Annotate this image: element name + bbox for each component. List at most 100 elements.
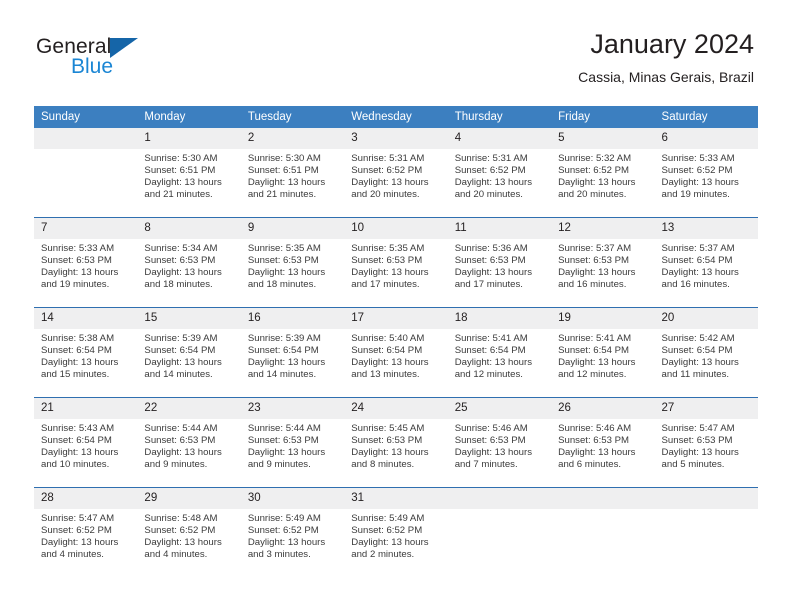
daylight-duration-line1: Daylight: 13 hours: [144, 357, 222, 369]
calendar-day-cell[interactable]: 11 Sunrise: 5:36 AM Sunset: 6:53 PM Dayligh…: [447, 217, 552, 308]
calendar-day-cell[interactable]: 31 Sunrise: 5:49 AM Sunset: 6:52 PM Dayligh…: [344, 487, 448, 577]
calendar-day-cell-empty: [34, 128, 138, 218]
day-details: Sunrise: 5:46 AM Sunset: 6:53 PM Daylight:…: [448, 419, 551, 487]
sunset-time: Sunset: 6:53 PM: [558, 435, 630, 447]
day-details: Sunrise: 5:49 AM Sunset: 6:52 PM Daylight:…: [241, 509, 344, 577]
day-number: 9: [240, 218, 345, 239]
calendar-day-cell[interactable]: 24 Sunrise: 5:45 AM Sunset: 6:53 PM Dayligh…: [344, 397, 448, 488]
calendar-day-cell[interactable]: 8 Sunrise: 5:34 AM Sunset: 6:53 PM Daylight…: [137, 217, 241, 308]
daylight-duration-line1: Daylight: 13 hours: [144, 267, 222, 279]
daylight-duration-line2: and 20 minutes.: [351, 189, 420, 201]
page-subtitle: Cassia, Minas Gerais, Brazil: [578, 69, 754, 85]
calendar-day-cell[interactable]: 29 Sunrise: 5:48 AM Sunset: 6:52 PM Dayligh…: [137, 487, 241, 577]
daylight-duration-line2: and 17 minutes.: [351, 279, 420, 291]
day-details: Sunrise: 5:46 AM Sunset: 6:53 PM Daylight:…: [551, 419, 654, 487]
sunrise-time: Sunrise: 5:35 AM: [247, 243, 321, 254]
calendar-day-cell[interactable]: 14 Sunrise: 5:38 AM Sunset: 6:54 PM Dayligh…: [34, 307, 138, 398]
day-number: 29: [137, 488, 241, 509]
day-details: Sunrise: 5:30 AM Sunset: 6:51 PM Daylight:…: [241, 149, 344, 217]
calendar-day-cell[interactable]: 13 Sunrise: 5:37 AM Sunset: 6:54 PM Dayligh…: [654, 217, 758, 308]
calendar-day-cell[interactable]: 9 Sunrise: 5:35 AM Sunset: 6:53 PM Daylight…: [240, 217, 345, 308]
calendar-day-cell[interactable]: 26 Sunrise: 5:46 AM Sunset: 6:53 PM Dayligh…: [551, 397, 655, 488]
day-details: Sunrise: 5:40 AM Sunset: 6:54 PM Daylight:…: [344, 329, 447, 397]
day-details: Sunrise: 5:47 AM Sunset: 6:52 PM Daylight:…: [34, 509, 137, 577]
calendar-day-cell-empty: [551, 487, 655, 577]
weekday-header-wednesday: Wednesday: [344, 106, 448, 128]
calendar-day-cell[interactable]: 22 Sunrise: 5:44 AM Sunset: 6:53 PM Dayligh…: [137, 397, 241, 488]
daylight-duration-line2: and 19 minutes.: [661, 189, 730, 201]
sunrise-time: Sunrise: 5:30 AM: [247, 153, 321, 164]
day-number: 3: [344, 128, 448, 149]
calendar-day-cell[interactable]: 27 Sunrise: 5:47 AM Sunset: 6:53 PM Dayligh…: [654, 397, 758, 488]
calendar-day-cell[interactable]: 5 Sunrise: 5:32 AM Sunset: 6:52 PM Daylight…: [551, 128, 655, 218]
sunrise-time: Sunrise: 5:44 AM: [144, 423, 218, 434]
daylight-duration-line1: Daylight: 13 hours: [41, 267, 119, 279]
calendar-day-cell[interactable]: 21 Sunrise: 5:43 AM Sunset: 6:54 PM Dayligh…: [34, 397, 138, 488]
calendar-header-row: Sunday Monday Tuesday Wednesday Thursday…: [34, 106, 758, 128]
sunset-time: Sunset: 6:53 PM: [661, 435, 733, 447]
sunset-time: Sunset: 6:54 PM: [351, 345, 423, 357]
sunset-time: Sunset: 6:54 PM: [247, 345, 319, 357]
day-number: 13: [654, 218, 758, 239]
calendar-day-cell[interactable]: 30 Sunrise: 5:49 AM Sunset: 6:52 PM Dayligh…: [240, 487, 345, 577]
calendar-week-row: 28 Sunrise: 5:47 AM Sunset: 6:52 PM Dayligh…: [34, 487, 758, 577]
sunset-time: Sunset: 6:53 PM: [454, 255, 526, 267]
daylight-duration-line1: Daylight: 13 hours: [247, 267, 326, 279]
calendar-day-cell[interactable]: 12 Sunrise: 5:37 AM Sunset: 6:53 PM Dayligh…: [551, 217, 655, 308]
sunrise-time: Sunrise: 5:36 AM: [454, 243, 528, 254]
calendar-day-cell[interactable]: 28 Sunrise: 5:47 AM Sunset: 6:52 PM Dayligh…: [34, 487, 138, 577]
daylight-duration-line1: Daylight: 13 hours: [351, 447, 429, 459]
calendar-day-cell[interactable]: 15 Sunrise: 5:39 AM Sunset: 6:54 PM Dayligh…: [137, 307, 241, 398]
day-details: Sunrise: 5:42 AM Sunset: 6:54 PM Daylight:…: [655, 329, 758, 397]
sunset-time: Sunset: 6:51 PM: [247, 165, 319, 177]
daylight-duration-line2: and 9 minutes.: [144, 459, 208, 471]
calendar-day-cell[interactable]: 10 Sunrise: 5:35 AM Sunset: 6:53 PM Dayligh…: [344, 217, 448, 308]
sunrise-sunset-calendar: Sunday Monday Tuesday Wednesday Thursday…: [34, 106, 758, 577]
calendar-day-cell[interactable]: 18 Sunrise: 5:41 AM Sunset: 6:54 PM Dayligh…: [447, 307, 552, 398]
day-details: [551, 509, 654, 577]
sunset-time: Sunset: 6:52 PM: [558, 165, 630, 177]
daylight-duration-line1: Daylight: 13 hours: [661, 267, 739, 279]
sunrise-time: Sunrise: 5:40 AM: [351, 333, 425, 344]
calendar-day-cell[interactable]: 16 Sunrise: 5:39 AM Sunset: 6:54 PM Dayligh…: [240, 307, 345, 398]
calendar-day-cell[interactable]: 6 Sunrise: 5:33 AM Sunset: 6:52 PM Daylight…: [654, 128, 758, 218]
calendar-day-cell[interactable]: 20 Sunrise: 5:42 AM Sunset: 6:54 PM Dayligh…: [654, 307, 758, 398]
sunrise-time: Sunrise: 5:31 AM: [454, 153, 528, 164]
logo-text-blue: Blue: [71, 55, 114, 78]
day-number: 26: [551, 398, 655, 419]
daylight-duration-line1: Daylight: 13 hours: [351, 267, 429, 279]
day-details: Sunrise: 5:37 AM Sunset: 6:53 PM Daylight:…: [551, 239, 654, 307]
daylight-duration-line1: Daylight: 13 hours: [454, 177, 533, 189]
daylight-duration-line2: and 21 minutes.: [247, 189, 317, 201]
daylight-duration-line2: and 19 minutes.: [41, 279, 110, 291]
daylight-duration-line1: Daylight: 13 hours: [247, 177, 326, 189]
day-number: 2: [240, 128, 345, 149]
calendar-day-cell[interactable]: 23 Sunrise: 5:44 AM Sunset: 6:53 PM Dayligh…: [240, 397, 345, 488]
calendar-day-cell[interactable]: 1 Sunrise: 5:30 AM Sunset: 6:51 PM Daylight…: [137, 128, 241, 218]
sunrise-time: Sunrise: 5:33 AM: [41, 243, 115, 254]
calendar-day-cell[interactable]: 3 Sunrise: 5:31 AM Sunset: 6:52 PM Daylight…: [344, 128, 448, 218]
general-blue-logo[interactable]: General Blue: [36, 36, 166, 82]
calendar-day-cell[interactable]: 2 Sunrise: 5:30 AM Sunset: 6:51 PM Daylight…: [240, 128, 345, 218]
calendar-day-cell[interactable]: 19 Sunrise: 5:41 AM Sunset: 6:54 PM Dayligh…: [551, 307, 655, 398]
sunset-time: Sunset: 6:53 PM: [144, 255, 216, 267]
daylight-duration-line1: Daylight: 13 hours: [661, 357, 739, 369]
calendar-day-cell[interactable]: 17 Sunrise: 5:40 AM Sunset: 6:54 PM Dayligh…: [344, 307, 448, 398]
day-number: 8: [137, 218, 241, 239]
daylight-duration-line2: and 12 minutes.: [558, 369, 627, 381]
sunrise-time: Sunrise: 5:46 AM: [454, 423, 528, 434]
calendar-day-cell[interactable]: 25 Sunrise: 5:46 AM Sunset: 6:53 PM Dayligh…: [447, 397, 552, 488]
day-details: Sunrise: 5:38 AM Sunset: 6:54 PM Daylight:…: [34, 329, 137, 397]
daylight-duration-line2: and 18 minutes.: [247, 279, 317, 291]
day-details: Sunrise: 5:39 AM Sunset: 6:54 PM Daylight:…: [241, 329, 344, 397]
weekday-header-thursday: Thursday: [447, 106, 552, 128]
day-number: 27: [654, 398, 758, 419]
daylight-duration-line1: Daylight: 13 hours: [454, 447, 533, 459]
calendar-day-cell[interactable]: 7 Sunrise: 5:33 AM Sunset: 6:53 PM Daylight…: [34, 217, 138, 308]
sunrise-time: Sunrise: 5:44 AM: [247, 423, 321, 434]
day-number: 15: [137, 308, 241, 329]
day-details: [655, 509, 758, 577]
sunset-time: Sunset: 6:54 PM: [41, 345, 112, 357]
day-number: 25: [447, 398, 552, 419]
calendar-day-cell[interactable]: 4 Sunrise: 5:31 AM Sunset: 6:52 PM Daylight…: [447, 128, 552, 218]
